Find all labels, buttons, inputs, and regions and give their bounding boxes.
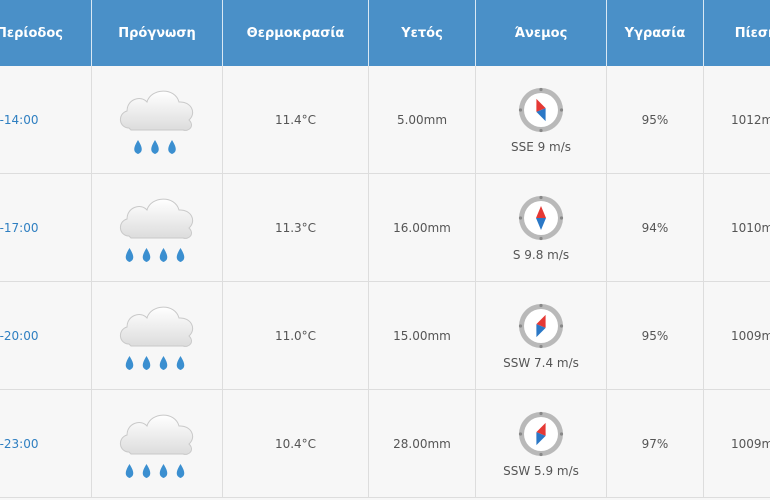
period-link[interactable]: 11:00-14:00: [0, 113, 39, 127]
pressure-cell: 1010mb: [704, 174, 770, 282]
rain-cell: 16.00mm: [369, 174, 476, 282]
rain-cell: 28.00mm: [369, 390, 476, 498]
humidity-value: 97%: [641, 437, 669, 451]
rain-drop-icon: [159, 356, 168, 370]
forecast-cell: [92, 66, 223, 174]
forecast-cell: [92, 174, 223, 282]
humidity-cell: 95%: [607, 66, 704, 174]
period-cell[interactable]: 17:00-20:00: [0, 282, 92, 390]
rain-drop-icon: [176, 464, 185, 478]
period-link[interactable]: 17:00-20:00: [0, 329, 39, 343]
pressure-value: 1012mb: [731, 113, 770, 127]
forecast-cell: [92, 390, 223, 498]
temperature-value: 10.4°C: [274, 437, 317, 451]
wind-cell: SSW 5.9 m/s: [476, 390, 607, 498]
rain-value: 16.00mm: [393, 221, 451, 235]
humidity-value: 94%: [641, 221, 669, 235]
rain-drop-icon: [125, 248, 134, 262]
rain-drop-icon: [142, 464, 151, 478]
rain-value: 15.00mm: [393, 329, 451, 343]
temperature-cell: 10.4°C: [223, 390, 369, 498]
rain-drop-icon: [142, 248, 151, 262]
rain-cloud-icon: [120, 306, 194, 370]
humidity-value: 95%: [641, 329, 669, 343]
humidity-cell: 97%: [607, 390, 704, 498]
rain-drop-icon: [159, 464, 168, 478]
rain-cell: 15.00mm: [369, 282, 476, 390]
header-temperature[interactable]: Θερμοκρασία: [223, 0, 369, 66]
wind-value: SSE 9 m/s: [510, 140, 572, 154]
pressure-value: 1009mb: [731, 437, 770, 451]
header-period[interactable]: Περίοδος: [0, 0, 92, 66]
wind-cell: SSE 9 m/s: [476, 66, 607, 174]
forecast-table: Περίοδος Πρόγνωση Θερμοκρασία Υετός Άνεμ…: [0, 0, 770, 500]
pressure-cell: 1009mb: [704, 390, 770, 498]
period-cell[interactable]: 20:00-23:00: [0, 390, 92, 498]
rain-cloud-icon: [120, 90, 194, 154]
header-forecast[interactable]: Πρόγνωση: [92, 0, 223, 66]
wind-value: SSW 7.4 m/s: [503, 356, 579, 370]
pressure-cell: 1012mb: [704, 66, 770, 174]
header-humidity[interactable]: Υγρασία: [607, 0, 704, 66]
temperature-value: 11.4°C: [274, 113, 317, 127]
header-rain[interactable]: Υετός: [369, 0, 476, 66]
pressure-value: 1009mb: [731, 329, 770, 343]
temperature-cell: 11.0°C: [223, 282, 369, 390]
rain-value: 5.00mm: [396, 113, 448, 127]
pressure-value: 1010mb: [731, 221, 770, 235]
temperature-value: 11.3°C: [274, 221, 317, 235]
rain-cloud-icon: [120, 414, 194, 478]
rain-drop-icon: [134, 140, 142, 154]
humidity-value: 95%: [641, 113, 669, 127]
header-pressure[interactable]: Πίεση: [704, 0, 770, 66]
period-link[interactable]: 20:00-23:00: [0, 437, 39, 451]
table-header: Περίοδος Πρόγνωση Θερμοκρασία Υετός Άνεμ…: [0, 0, 770, 66]
period-link[interactable]: 14:00-17:00: [0, 221, 39, 235]
temperature-cell: 11.4°C: [223, 66, 369, 174]
rain-drop-icon: [168, 140, 176, 154]
header-wind[interactable]: Άνεμος: [476, 0, 607, 66]
rain-drop-icon: [125, 356, 134, 370]
table-row: 20:00-23:00 10.4°C 28.00mm SSW 5.9 m/s 97%…: [0, 390, 770, 498]
wind-cell: S 9.8 m/s: [476, 174, 607, 282]
wind-value: S 9.8 m/s: [512, 248, 570, 262]
rain-cloud-icon: [120, 198, 194, 262]
table-row: 14:00-17:00 11.3°C 16.00mm S 9.8 m/s 94% 10…: [0, 174, 770, 282]
rain-cell: 5.00mm: [369, 66, 476, 174]
table-row: 11:00-14:00 11.4°C 5.00mm SSE 9 m/s 95% 101…: [0, 66, 770, 174]
temperature-value: 11.0°C: [274, 329, 317, 343]
temperature-cell: 11.3°C: [223, 174, 369, 282]
rain-drop-icon: [159, 248, 168, 262]
humidity-cell: 94%: [607, 174, 704, 282]
rain-drop-icon: [176, 356, 185, 370]
period-cell[interactable]: 14:00-17:00: [0, 174, 92, 282]
compass-icon: [518, 411, 564, 457]
table-row: 17:00-20:00 11.0°C 15.00mm SSW 7.4 m/s 95%…: [0, 282, 770, 390]
forecast-cell: [92, 282, 223, 390]
wind-cell: SSW 7.4 m/s: [476, 282, 607, 390]
rain-value: 28.00mm: [393, 437, 451, 451]
compass-icon: [518, 195, 564, 241]
rain-drop-icon: [142, 356, 151, 370]
humidity-cell: 95%: [607, 282, 704, 390]
rain-drop-icon: [176, 248, 185, 262]
wind-value: SSW 5.9 m/s: [503, 464, 579, 478]
compass-icon: [518, 87, 564, 133]
rain-drop-icon: [125, 464, 134, 478]
compass-icon: [518, 303, 564, 349]
period-cell[interactable]: 11:00-14:00: [0, 66, 92, 174]
rain-drop-icon: [151, 140, 159, 154]
pressure-cell: 1009mb: [704, 282, 770, 390]
